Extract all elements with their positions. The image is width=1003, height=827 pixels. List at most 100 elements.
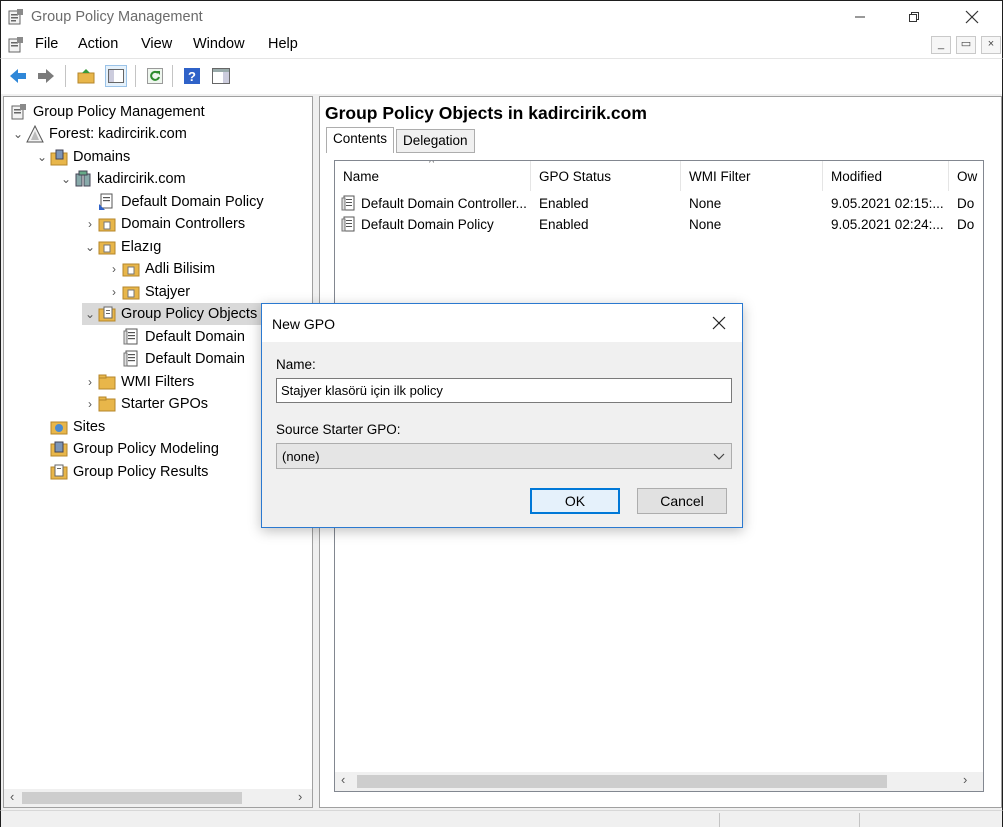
mdi-restore-button[interactable]: ▭: [956, 36, 976, 54]
forward-arrow-icon[interactable]: [35, 65, 57, 87]
column-wmi-filter[interactable]: WMI Filter: [681, 161, 823, 191]
tree-item-label: Adli Bilisim: [145, 261, 216, 277]
scroll-right-icon[interactable]: ›: [963, 772, 967, 787]
dialog-close-button[interactable]: [704, 310, 734, 336]
tree-item-label: Domains: [73, 149, 131, 165]
column-modified[interactable]: Modified: [823, 161, 949, 191]
row-wmi: None: [689, 195, 722, 211]
tree-item-label: Group Policy Management: [33, 104, 205, 120]
tree-item-label: Default Domain Policy: [121, 194, 264, 210]
gpo-container-icon: [98, 305, 116, 323]
menu-view[interactable]: View: [141, 36, 172, 52]
mdi-minimize-button[interactable]: _: [931, 36, 951, 54]
menu-bar: File Action View Window Help _ ▭ ×: [0, 32, 1003, 58]
show-hide-console-tree-icon[interactable]: [105, 65, 127, 87]
gpo-icon: [341, 195, 357, 211]
scroll-left-icon[interactable]: ‹: [10, 789, 14, 804]
chevron-down-icon[interactable]: ⌄: [82, 307, 98, 321]
tree-item-gpo-default-domain-2[interactable]: Default Domain: [122, 348, 245, 370]
tab-contents[interactable]: Contents: [326, 127, 395, 153]
ou-folder-icon: [98, 238, 116, 256]
refresh-icon[interactable]: [144, 65, 166, 87]
tree-item-domains[interactable]: ⌄ Domains: [34, 146, 130, 168]
tree-item-domain[interactable]: ⌄ kadircirik.com: [58, 168, 186, 190]
tree-item-default-domain-policy-link[interactable]: Default Domain Policy: [98, 191, 264, 213]
chevron-right-icon[interactable]: ›: [106, 285, 122, 299]
column-owner[interactable]: Ow: [949, 161, 983, 191]
menu-file[interactable]: File: [35, 36, 58, 52]
cancel-button[interactable]: Cancel: [637, 488, 727, 514]
chevron-right-icon[interactable]: ›: [82, 397, 98, 411]
row-owner: Do: [957, 216, 975, 232]
scroll-left-icon[interactable]: ‹: [341, 772, 345, 787]
chevron-down-icon[interactable]: ⌄: [58, 172, 74, 186]
dialog-title-bar: New GPO: [262, 304, 742, 342]
restore-button[interactable]: [891, 1, 937, 33]
tree-item-stajyer[interactable]: › Stajyer: [106, 281, 190, 303]
column-gpo-status[interactable]: GPO Status: [531, 161, 681, 191]
chevron-right-icon[interactable]: ›: [82, 217, 98, 231]
tree-item-elazig[interactable]: ⌄ Elazıg: [82, 236, 161, 258]
gpo-name-input[interactable]: [276, 378, 732, 403]
forest-icon: [26, 125, 44, 143]
menu-window[interactable]: Window: [193, 36, 245, 52]
tree-item-starter-gpos[interactable]: › Starter GPOs: [82, 393, 208, 415]
tree-item-group-policy-objects[interactable]: ⌄ Group Policy Objects: [82, 303, 264, 325]
tree-horizontal-scrollbar[interactable]: ‹ ›: [4, 789, 312, 807]
toolbar-separator: [172, 65, 173, 87]
up-folder-icon[interactable]: [75, 65, 97, 87]
tab-delegation[interactable]: Delegation: [396, 129, 475, 153]
row-modified: 9.05.2021 02:15:...: [831, 195, 944, 211]
gpo-icon: [122, 328, 140, 346]
mmc-document-icon[interactable]: [7, 36, 25, 57]
close-window-button[interactable]: [949, 1, 995, 33]
source-starter-gpo-select[interactable]: (none): [276, 443, 732, 469]
tree-item-label: Group Policy Objects: [121, 306, 258, 322]
column-name[interactable]: Name ^: [335, 161, 531, 191]
tree-item-domain-controllers[interactable]: › Domain Controllers: [82, 213, 245, 235]
window-title: Group Policy Management: [31, 9, 203, 25]
ou-folder-icon: [98, 215, 116, 233]
list-horizontal-scrollbar[interactable]: ‹ ›: [335, 772, 983, 791]
tree-item-sites[interactable]: Sites: [50, 416, 105, 438]
toolbar: ?: [0, 58, 1003, 94]
menu-action[interactable]: Action: [78, 36, 118, 52]
tree-item-label: Elazıg: [121, 239, 162, 255]
ou-folder-icon: [122, 260, 140, 278]
dialog-title: New GPO: [272, 316, 336, 332]
chevron-right-icon[interactable]: ›: [82, 375, 98, 389]
scroll-thumb[interactable]: [357, 775, 887, 788]
chevron-down-icon[interactable]: ⌄: [34, 150, 50, 164]
tree-item-gp-results[interactable]: Group Policy Results: [50, 461, 208, 483]
column-label: Ow: [957, 168, 978, 184]
scroll-right-icon[interactable]: ›: [298, 789, 302, 804]
domains-icon: [50, 148, 68, 166]
status-divider: [859, 813, 860, 827]
chevron-right-icon[interactable]: ›: [106, 262, 122, 276]
back-arrow-icon[interactable]: [7, 65, 29, 87]
menu-help[interactable]: Help: [268, 36, 298, 52]
tree-item-gp-modeling[interactable]: Group Policy Modeling: [50, 438, 219, 460]
row-status: Enabled: [539, 216, 589, 232]
tree-item-label: Default Domain: [145, 351, 245, 367]
name-label: Name:: [276, 357, 316, 372]
ou-folder-icon: [122, 283, 140, 301]
tree-item-gpo-default-domain-1[interactable]: Default Domain: [122, 326, 245, 348]
chevron-down-icon[interactable]: ⌄: [10, 127, 26, 141]
chevron-down-icon[interactable]: ⌄: [82, 240, 98, 254]
results-icon: [50, 463, 68, 481]
tree-item-forest[interactable]: ⌄ Forest: kadircirik.com: [10, 123, 187, 145]
show-action-pane-icon[interactable]: [210, 65, 232, 87]
svg-text:?: ?: [188, 69, 196, 84]
tree-item-wmi-filters[interactable]: › WMI Filters: [82, 371, 194, 393]
column-label: Modified: [831, 168, 883, 184]
scroll-thumb[interactable]: [22, 792, 242, 804]
row-name-cell: Default Domain Controller...: [341, 193, 527, 213]
row-status: Enabled: [539, 195, 589, 211]
tree-item-gpm-root[interactable]: Group Policy Management: [10, 101, 205, 123]
minimize-button[interactable]: [837, 1, 883, 33]
mdi-close-button[interactable]: ×: [981, 36, 1001, 54]
tree-item-adli-bilisim[interactable]: › Adli Bilisim: [106, 258, 215, 280]
help-icon[interactable]: ?: [181, 65, 203, 87]
ok-button[interactable]: OK: [530, 488, 620, 514]
